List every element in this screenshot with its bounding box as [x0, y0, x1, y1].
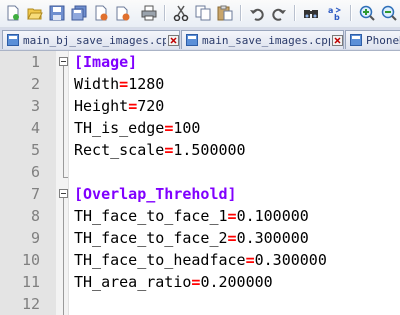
close-tab-icon[interactable] — [168, 34, 179, 46]
line-number: 1 — [30, 53, 40, 71]
toolbar: ab — [0, 0, 400, 28]
equals-sign: = — [119, 75, 129, 93]
line-number: 10 — [21, 251, 40, 269]
line-number: 12 — [21, 295, 40, 313]
code-line: 7 [Overlap_Threhold] — [0, 183, 400, 205]
code-line: 6 — [0, 161, 400, 183]
config-value: 100 — [173, 119, 201, 137]
tab-label: main_bj_save_images.cpp — [23, 33, 166, 47]
tab-main-save-images[interactable]: main_save_images.cpp — [181, 30, 344, 49]
line-number: 2 — [30, 75, 40, 93]
equals-sign: = — [164, 119, 174, 137]
close-icon[interactable] — [92, 4, 110, 22]
line-number: 5 — [30, 141, 40, 159]
new-file-icon[interactable] — [4, 4, 22, 22]
config-value: 1280 — [128, 75, 165, 93]
equals-sign: = — [227, 207, 237, 225]
equals-sign: = — [128, 97, 138, 115]
line-number: 4 — [30, 119, 40, 137]
code-line: 3 Height=720 — [0, 95, 400, 117]
copy-icon[interactable] — [194, 4, 212, 22]
config-key: TH_face_to_face_2 — [74, 229, 228, 247]
close-all-icon[interactable] — [114, 4, 132, 22]
tab-phoned[interactable]: PhoneD — [345, 30, 400, 49]
code-line: 1 [Image] — [0, 51, 400, 73]
config-value: 0.100000 — [236, 207, 309, 225]
save-icon[interactable] — [48, 4, 66, 22]
code-line: 11 TH_area_ratio=0.200000 — [0, 271, 400, 293]
config-key: Rect_scale — [74, 141, 165, 159]
config-value: 0.200000 — [200, 273, 273, 291]
file-tab-icon — [350, 34, 362, 46]
equals-sign: = — [245, 251, 255, 269]
code-editor[interactable]: 1 [Image] 2 Width=1280 3 Height=720 4 TH… — [0, 51, 400, 315]
config-key: TH_face_to_face_1 — [74, 207, 228, 225]
code-line: 5 Rect_scale=1.500000 — [0, 139, 400, 161]
line-number: 6 — [30, 163, 40, 181]
file-tab-icon — [7, 34, 19, 46]
code-line: 9 TH_face_to_face_2=0.300000 — [0, 227, 400, 249]
zoom-out-icon[interactable] — [380, 4, 398, 22]
cut-icon[interactable] — [172, 4, 190, 22]
line-number: 11 — [21, 273, 40, 291]
open-file-icon[interactable] — [26, 4, 44, 22]
section-header: [Image] — [74, 53, 138, 71]
code-line: 12 — [0, 293, 400, 315]
config-key: Width — [74, 75, 120, 93]
tab-label: PhoneD — [366, 33, 400, 47]
config-key: TH_face_to_headface — [74, 251, 246, 269]
find-icon[interactable] — [302, 4, 320, 22]
tab-bar: main_bj_save_images.cpp main_save_images… — [0, 28, 400, 51]
config-value: 720 — [137, 97, 165, 115]
undo-icon[interactable] — [248, 4, 266, 22]
file-tab-icon — [186, 34, 198, 46]
code-line: 4 TH_is_edge=100 — [0, 117, 400, 139]
tab-label: main_save_images.cpp — [202, 33, 330, 47]
line-number: 3 — [30, 97, 40, 115]
code-line: 8 TH_face_to_face_1=0.100000 — [0, 205, 400, 227]
close-tab-icon[interactable] — [332, 34, 343, 46]
equals-sign: = — [227, 229, 237, 247]
config-key: TH_is_edge — [74, 119, 165, 137]
zoom-in-icon[interactable] — [358, 4, 376, 22]
config-key: TH_area_ratio — [74, 273, 192, 291]
print-icon[interactable] — [140, 4, 158, 22]
line-number: 8 — [30, 207, 40, 225]
config-value: 0.300000 — [254, 251, 327, 269]
config-value: 0.300000 — [236, 229, 309, 247]
paste-icon[interactable] — [216, 4, 234, 22]
save-all-icon[interactable] — [70, 4, 88, 22]
config-key: Height — [74, 97, 129, 115]
section-header: [Overlap_Threhold] — [74, 185, 237, 203]
code-line: 10 TH_face_to_headface=0.300000 — [0, 249, 400, 271]
code-line: 2 Width=1280 — [0, 73, 400, 95]
svg-text:a: a — [328, 6, 333, 15]
svg-text:b: b — [334, 13, 340, 21]
tab-main-bj-save-images[interactable]: main_bj_save_images.cpp — [2, 30, 180, 49]
equals-sign: = — [164, 141, 174, 159]
config-value: 1.500000 — [173, 141, 246, 159]
line-number: 9 — [30, 229, 40, 247]
replace-icon[interactable]: ab — [326, 4, 344, 22]
redo-icon[interactable] — [270, 4, 288, 22]
line-number: 7 — [30, 185, 40, 203]
